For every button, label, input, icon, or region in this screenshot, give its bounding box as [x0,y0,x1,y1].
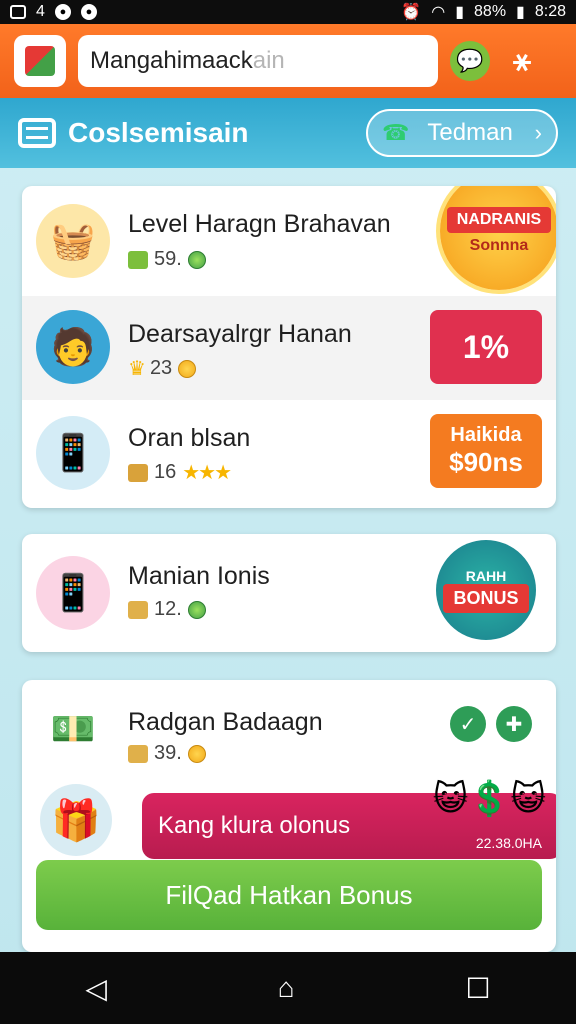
coin-icon [187,600,206,619]
coin-icon [178,359,197,378]
home-icon[interactable]: ⌂ [278,972,295,1004]
row-title: Manian Ionis [128,562,270,590]
levels-card: 🧺 Level Haragn Brahavan 59. 🧑 Dearsayalr… [22,186,556,508]
phone-icon: ☎ [382,120,410,145]
star-icon[interactable]: ✚ [496,706,532,742]
notification-4-icon: 4 [36,3,45,20]
page-title: Coslsemisain [68,117,249,148]
clock: 8:28 [534,3,566,20]
chest-icon [128,463,148,482]
search-input[interactable]: Mangahimaack ain [78,35,438,87]
battery-level: 88% [474,3,507,20]
row-value: 59. [128,248,206,271]
smartphone-icon: 📱 [36,556,110,630]
badge-top-text: RAHH [465,567,507,584]
chat-bubble-icon[interactable]: 💬 [450,41,490,81]
gem-icon [128,250,148,269]
bonus-card: 💵 Radgan Badaagn 39. ✓ ✚ 🎁 Kang klura ol… [22,680,556,952]
alarm-icon: ⏰ [401,4,422,21]
row-value-text: 39. [154,742,182,764]
claim-bonus-label: FilQad Hatkan Bonus [165,879,413,910]
check-icon[interactable]: ✓ [450,706,486,742]
chest-icon [128,600,148,619]
device-card[interactable]: 📱 Manian Ionis 12. RAHH BONUS [22,534,556,652]
status-bar: 4 ● ● ⏰ ◠ ▮ 88% ▮ 8:28 [0,0,576,24]
coin-icon [187,250,206,269]
bonus-tile-line2: $90ns [449,447,523,477]
smartphone-icon: 📱 [36,416,110,490]
row-value-text: 12. [154,598,182,620]
chest-icon [128,744,148,763]
row-value: 16 ★★★ [128,460,232,485]
row-value: 39. [128,742,206,765]
bonus-tile-line1: Haikida [450,424,522,446]
notification-icon: ● [54,4,71,20]
avatar: 🧑 [36,310,110,384]
share-icon[interactable]: ⚹ [502,41,542,81]
promo-amount: 22.38.0HA [475,835,542,851]
row-value: 12. [128,598,206,621]
claim-bonus-button[interactable]: FilQad Hatkan Bonus [36,860,542,930]
promo-text: Kang klura olonus [158,812,351,839]
bonus-badge[interactable]: RAHH BONUS [436,540,536,640]
basket-icon: 🧺 [36,204,110,278]
money-icon: 💵 [50,708,96,749]
list-item[interactable]: 📱 Oran blsan 16 ★★★ Haikida $90ns [22,400,556,508]
bonus-tile[interactable]: Haikida $90ns [430,414,542,488]
app-logo-icon[interactable] [14,35,66,87]
coin-icon [187,744,206,763]
row-value: ♛ 23 [128,356,197,381]
screenshot-icon [10,5,26,19]
crown-icon: ♛ [128,358,146,380]
gift-icon: 🎁 [40,784,112,856]
system-nav-bar: ◁ ⌂ ☐ [0,952,576,1024]
signal-icon: ▮ [455,4,465,21]
percent-tile-text: 1% [462,328,510,365]
recents-icon[interactable]: ☐ [465,972,490,1005]
row-title: Level Haragn Brahavan [128,210,391,238]
emoji-coins-icon: 😺💲😺 [432,780,546,818]
wifi-icon: ◠ [431,4,446,21]
chevron-right-icon: › [534,120,542,145]
contact-button[interactable]: ☎ Tedman › [366,109,558,157]
row-value-text: 16 [154,461,177,483]
row-title: Oran blsan [128,424,251,452]
app-bar: Mangahimaack ain 💬 ⚹ [0,24,576,98]
row-value-text: 59. [154,248,182,270]
search-value: Mangahimaack [90,47,253,74]
badge-ribbon-text: BONUS [443,583,529,613]
row-title: Radgan Badaagn [128,708,323,736]
search-placeholder: ain [252,47,285,74]
badge-subtext: Sonnna [469,237,529,254]
battery-icon: ▮ [516,4,525,21]
row-value-text: 23 [149,357,173,379]
menu-icon[interactable] [18,118,56,148]
section-header: Coslsemisain ☎ Tedman › [0,98,576,168]
row-title: Dearsayalrgr Hanan [128,320,352,348]
stars-rating: ★★★ [182,462,232,484]
notification-icon-2: ● [80,4,97,20]
promo-banner[interactable]: Kang klura olonus 😺💲😺 22.38.0HA [142,780,556,859]
list-item[interactable]: 🧑 Dearsayalrgr Hanan ♛ 23 1% [22,296,556,400]
back-icon[interactable]: ◁ [85,972,107,1005]
percent-tile[interactable]: 1% [430,310,542,384]
contact-button-label: Tedman [427,119,513,146]
badge-ribbon-text: NADRANIS [446,207,552,233]
